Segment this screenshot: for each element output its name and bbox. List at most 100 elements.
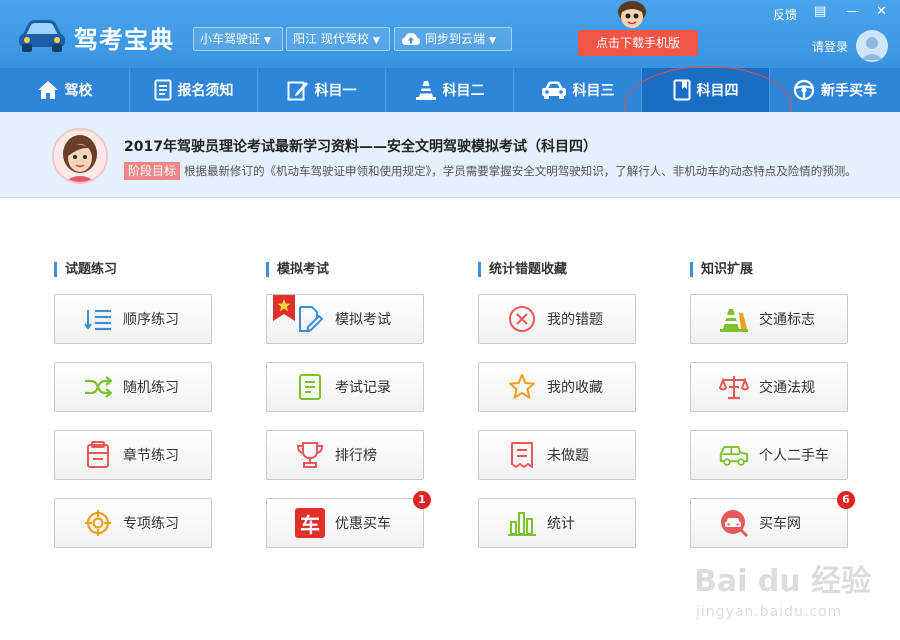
shuffle-icon — [83, 372, 113, 402]
exam-edit-icon — [295, 304, 325, 334]
scales-icon — [719, 372, 749, 402]
card-traffic-signs[interactable]: 交通标志 — [690, 294, 848, 344]
nav-label: 新手买车 — [821, 83, 877, 99]
record-icon — [295, 372, 325, 402]
car-logo-icon — [19, 20, 65, 52]
car-icon — [541, 81, 566, 99]
wrong-icon — [507, 304, 537, 334]
card-discount-car[interactable]: 车 优惠买车 1 — [266, 491, 431, 548]
sync-cloud-dropdown[interactable]: 同步到云端 ▼ — [394, 27, 512, 51]
watermark-text: Bai du 经验 — [694, 564, 872, 599]
nav-item-subject-four[interactable]: 科目四 — [642, 68, 770, 112]
card-label: 模拟考试 — [335, 312, 391, 328]
notification-badge: 6 — [837, 491, 855, 509]
card-used-car[interactable]: 个人二手车 — [690, 430, 848, 480]
home-icon — [37, 81, 58, 99]
nav-item-registration[interactable]: 报名须知 — [130, 68, 258, 112]
nav-item-subject-three[interactable]: 科目三 — [514, 68, 642, 112]
user-avatar-icon[interactable] — [856, 30, 888, 62]
steering-wheel-icon — [793, 79, 815, 101]
trophy-icon — [295, 440, 325, 470]
chevron-down-icon: ▼ — [489, 36, 496, 46]
target-icon — [83, 508, 113, 538]
star-icon — [507, 372, 537, 402]
nav-item-buy-car[interactable]: 新手买车 — [770, 68, 900, 112]
school-dropdown[interactable]: 阳江 现代驾校 ▼ — [286, 27, 390, 51]
section-title-stats: 统计错题收藏 — [478, 262, 567, 277]
jeep-icon — [719, 440, 749, 470]
card-traffic-laws[interactable]: 交通法规 — [690, 362, 848, 412]
card-label: 买车网 — [759, 516, 801, 532]
card-mock-exam[interactable]: 模拟考试 — [266, 294, 424, 344]
download-mobile-button[interactable]: 点击下载手机版 — [578, 30, 698, 56]
nav-item-subject-two[interactable]: 科目二 — [386, 68, 514, 112]
nav-label: 科目三 — [572, 83, 615, 99]
menu-icon[interactable]: ▤ — [814, 4, 826, 19]
card-label: 随机练习 — [123, 380, 179, 396]
school-label: 阳江 现代驾校 — [293, 32, 369, 46]
nav-label: 科目四 — [696, 83, 739, 99]
feedback-link[interactable]: 反馈 — [773, 6, 797, 23]
app-title: 驾考宝典 — [74, 26, 174, 54]
sync-label: 同步到云端 — [425, 32, 486, 46]
nav-label: 科目一 — [314, 83, 357, 99]
instructor-avatar-icon — [52, 128, 108, 184]
info-banner: 2017年驾驶员理论考试最新学习资料——安全文明驾驶模拟考试（科目四） 阶段目标… — [0, 112, 900, 198]
document-icon — [154, 79, 171, 101]
section-title-mock-exam: 模拟考试 — [266, 262, 329, 277]
card-label: 专项练习 — [123, 516, 179, 532]
card-exam-record[interactable]: 考试记录 — [266, 362, 424, 412]
card-label: 顺序练习 — [123, 312, 179, 328]
nav-label: 驾校 — [64, 83, 93, 99]
traffic-sign-icon — [719, 304, 749, 334]
buy-car-icon-text: 车 — [300, 512, 320, 537]
nav-item-subject-one[interactable]: 科目一 — [258, 68, 386, 112]
card-label: 优惠买车 — [335, 516, 391, 532]
minimize-icon[interactable]: — — [846, 4, 859, 19]
license-type-dropdown[interactable]: 小车驾驶证 ▼ — [193, 27, 283, 51]
banner-description: 根据最新修订的《机动车驾驶证申领和使用规定》，学员需要掌握安全文明驾驶知识，了解… — [184, 164, 857, 178]
cone-icon — [415, 81, 436, 100]
title-bar: 驾考宝典 小车驾驶证 ▼ 阳江 现代驾校 ▼ 同步到云端 ▼ 点击下载手机版 反馈 ▤… — [0, 0, 900, 68]
card-my-mistakes[interactable]: 我的错题 — [478, 294, 636, 344]
baidu-watermark: Bai du 经验 jingyan.baidu.com — [688, 556, 888, 630]
section-title-practice: 试题练习 — [54, 262, 117, 277]
card-label: 排行榜 — [335, 448, 377, 464]
card-leaderboard[interactable]: 排行榜 — [266, 430, 424, 480]
notification-badge: 1 — [413, 491, 431, 509]
main-nav: 驾校 报名须知 科目一 科目二 科目三 科目四 新手买车 — [0, 68, 900, 112]
nav-label: 报名须知 — [177, 83, 234, 99]
card-label: 未做题 — [547, 448, 589, 464]
chapter-icon — [83, 440, 113, 470]
stage-badge: 阶段目标 — [124, 162, 181, 180]
card-undone-questions[interactable]: 未做题 — [478, 430, 636, 480]
license-type-label: 小车驾驶证 — [200, 32, 261, 46]
buy-car-icon: 车 — [295, 508, 325, 538]
card-label: 我的收藏 — [547, 380, 603, 396]
card-my-favorites[interactable]: 我的收藏 — [478, 362, 636, 412]
card-sequential-practice[interactable]: 顺序练习 — [54, 294, 212, 344]
card-statistics[interactable]: 统计 — [478, 498, 636, 548]
nav-label: 科目二 — [442, 83, 485, 99]
nav-item-driving-school[interactable]: 驾校 — [0, 68, 130, 112]
car-search-icon — [719, 508, 749, 538]
close-icon[interactable]: ✕ — [876, 4, 887, 19]
card-label: 交通标志 — [759, 312, 815, 328]
card-label: 我的错题 — [547, 312, 603, 328]
chevron-down-icon: ▼ — [264, 36, 271, 46]
card-special-practice[interactable]: 专项练习 — [54, 498, 212, 548]
ribbon-star-icon — [273, 295, 295, 321]
mascot-icon — [618, 1, 646, 28]
section-title-knowledge: 知识扩展 — [690, 262, 753, 277]
card-car-market[interactable]: 买车网 6 — [690, 491, 855, 548]
bar-chart-icon — [507, 508, 537, 538]
receipt-icon — [507, 440, 537, 470]
chevron-down-icon: ▼ — [372, 36, 380, 46]
card-label: 交通法规 — [759, 380, 815, 396]
login-link[interactable]: 请登录 — [812, 38, 848, 55]
card-chapter-practice[interactable]: 章节练习 — [54, 430, 212, 480]
banner-title: 2017年驾驶员理论考试最新学习资料——安全文明驾驶模拟考试（科目四） — [124, 139, 597, 155]
card-label: 考试记录 — [335, 380, 391, 396]
edit-icon — [287, 81, 308, 101]
card-random-practice[interactable]: 随机练习 — [54, 362, 212, 412]
